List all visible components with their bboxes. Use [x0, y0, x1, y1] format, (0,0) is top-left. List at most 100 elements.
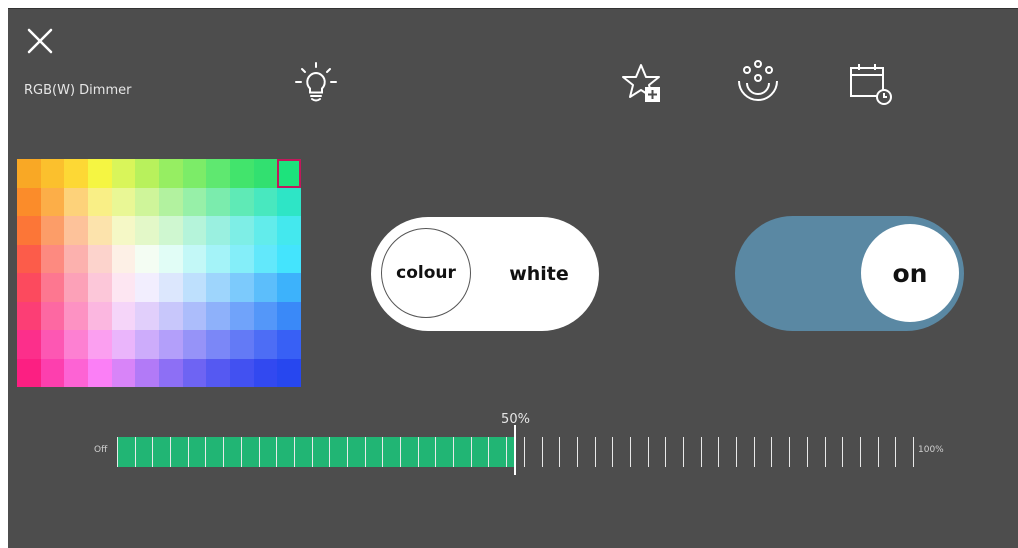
palette-swatch[interactable] [135, 301, 159, 330]
palette-swatch[interactable] [158, 358, 183, 387]
palette-swatch[interactable] [182, 187, 207, 216]
palette-swatch[interactable] [87, 273, 112, 302]
brightness-slider-handle[interactable] [514, 425, 516, 475]
palette-swatch[interactable] [182, 273, 207, 302]
palette-swatch[interactable] [206, 330, 230, 359]
brightness-slider[interactable] [117, 425, 914, 475]
palette-swatch[interactable] [277, 358, 301, 387]
palette-swatch[interactable] [40, 187, 65, 216]
palette-swatch[interactable] [229, 358, 254, 387]
palette-swatch[interactable] [135, 358, 159, 387]
palette-swatch[interactable] [64, 358, 88, 387]
palette-swatch[interactable] [206, 187, 230, 216]
palette-swatch[interactable] [135, 330, 159, 359]
close-icon[interactable] [26, 27, 54, 55]
palette-swatch[interactable] [277, 301, 301, 330]
palette-swatch[interactable] [229, 330, 254, 359]
palette-swatch[interactable] [87, 216, 112, 245]
palette-swatch[interactable] [158, 330, 183, 359]
palette-swatch[interactable] [206, 358, 230, 387]
palette-swatch[interactable] [111, 187, 136, 216]
palette-swatch[interactable] [277, 330, 301, 359]
palette-swatch[interactable] [64, 244, 88, 273]
palette-swatch[interactable] [229, 159, 254, 188]
palette-swatch[interactable] [64, 187, 88, 216]
palette-swatch[interactable] [64, 301, 88, 330]
palette-swatch[interactable] [229, 273, 254, 302]
palette-swatch[interactable] [17, 358, 41, 387]
palette-swatch[interactable] [277, 187, 301, 216]
palette-swatch[interactable] [182, 330, 207, 359]
palette-swatch[interactable] [135, 187, 159, 216]
palette-swatch[interactable] [158, 244, 183, 273]
palette-swatch[interactable] [64, 216, 88, 245]
palette-swatch[interactable] [17, 273, 41, 302]
palette-swatch[interactable] [135, 159, 159, 188]
palette-swatch[interactable] [40, 358, 65, 387]
colour-white-toggle[interactable]: colour white [371, 217, 599, 331]
palette-swatch[interactable] [253, 159, 278, 188]
palette-swatch[interactable] [158, 301, 183, 330]
palette-swatch[interactable] [111, 159, 136, 188]
palette-swatch[interactable] [40, 301, 65, 330]
palette-swatch[interactable] [87, 330, 112, 359]
palette-swatch[interactable] [277, 216, 301, 245]
palette-swatch[interactable] [40, 159, 65, 188]
scene-icon[interactable] [733, 59, 783, 113]
palette-swatch[interactable] [40, 330, 65, 359]
palette-swatch[interactable] [253, 187, 278, 216]
palette-swatch[interactable] [206, 273, 230, 302]
mode-option-colour[interactable]: colour [381, 228, 471, 318]
palette-swatch[interactable] [87, 187, 112, 216]
palette-swatch[interactable] [111, 301, 136, 330]
palette-swatch[interactable] [253, 330, 278, 359]
palette-swatch[interactable] [40, 273, 65, 302]
calendar-clock-icon[interactable] [846, 59, 896, 113]
palette-swatch[interactable] [229, 301, 254, 330]
palette-swatch[interactable] [111, 358, 136, 387]
palette-swatch[interactable] [229, 244, 254, 273]
palette-swatch[interactable] [17, 159, 41, 188]
palette-swatch[interactable] [111, 330, 136, 359]
palette-swatch[interactable] [64, 159, 88, 188]
palette-swatch[interactable] [253, 216, 278, 245]
palette-swatch[interactable] [87, 244, 112, 273]
palette-swatch[interactable] [206, 301, 230, 330]
palette-swatch[interactable] [135, 244, 159, 273]
palette-swatch[interactable] [206, 216, 230, 245]
palette-swatch[interactable] [40, 216, 65, 245]
palette-swatch[interactable] [87, 301, 112, 330]
palette-swatch[interactable] [158, 159, 183, 188]
palette-swatch[interactable] [40, 244, 65, 273]
palette-swatch[interactable] [229, 216, 254, 245]
power-toggle[interactable]: on [735, 216, 964, 331]
palette-swatch[interactable] [17, 187, 41, 216]
palette-swatch[interactable] [64, 273, 88, 302]
palette-swatch[interactable] [17, 244, 41, 273]
palette-swatch[interactable] [158, 216, 183, 245]
palette-swatch[interactable] [182, 216, 207, 245]
palette-swatch[interactable] [111, 273, 136, 302]
bulb-icon[interactable] [291, 59, 341, 113]
palette-swatch[interactable] [253, 358, 278, 387]
palette-swatch[interactable] [206, 159, 230, 188]
palette-swatch[interactable] [182, 358, 207, 387]
palette-swatch[interactable] [158, 187, 183, 216]
mode-option-white[interactable]: white [489, 217, 589, 331]
palette-swatch[interactable] [206, 244, 230, 273]
palette-swatch[interactable] [17, 301, 41, 330]
palette-swatch[interactable] [87, 159, 112, 188]
palette-swatch[interactable] [87, 358, 112, 387]
palette-swatch[interactable] [182, 244, 207, 273]
palette-swatch[interactable] [64, 330, 88, 359]
palette-swatch[interactable] [182, 301, 207, 330]
palette-swatch[interactable] [135, 273, 159, 302]
palette-swatch[interactable] [158, 273, 183, 302]
palette-swatch[interactable] [182, 159, 207, 188]
palette-swatch[interactable] [277, 159, 301, 188]
palette-swatch[interactable] [17, 330, 41, 359]
palette-swatch[interactable] [111, 216, 136, 245]
palette-swatch[interactable] [277, 244, 301, 273]
palette-swatch[interactable] [253, 273, 278, 302]
palette-swatch[interactable] [135, 216, 159, 245]
